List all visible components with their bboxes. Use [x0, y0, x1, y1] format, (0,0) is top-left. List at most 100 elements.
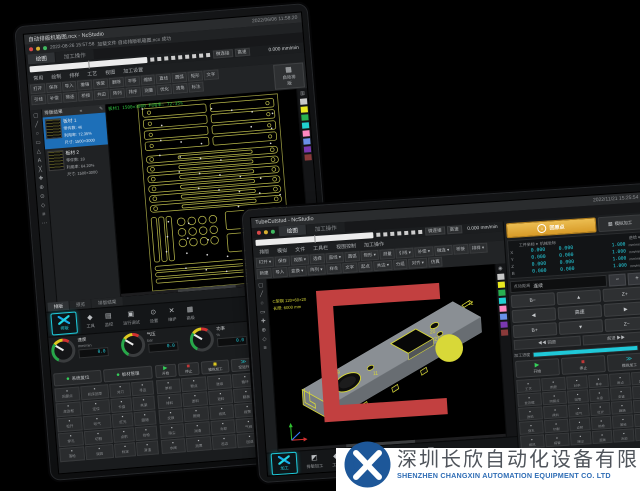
toolbar-button[interactable]: 圆弧 — [345, 251, 360, 262]
toolbar-button[interactable]: 排序 — [125, 87, 141, 98]
run-action-button[interactable]: ■ 停止 — [177, 362, 199, 377]
machine-button[interactable]: ▪ 清渣 — [136, 440, 158, 456]
machine-button[interactable]: ▪ 落枪 — [612, 414, 634, 428]
toolbar-button[interactable]: 平移 — [124, 76, 140, 87]
sheet-list-item[interactable]: 板材 1 零件数: 46 利用率: 72.35% 尺寸: 1500×3000 — [43, 112, 108, 149]
jog-plus-button[interactable]: + — [628, 272, 640, 285]
machine-button[interactable]: ▪ 标定 — [633, 399, 640, 413]
toolbar-button[interactable]: 共边 — [94, 89, 110, 100]
quick-button[interactable]: 微连接 — [213, 49, 233, 59]
axis-jog-button[interactable]: ▲ — [556, 289, 601, 305]
machine-button[interactable]: ▪ 巡边 — [211, 434, 237, 450]
menu-item[interactable]: 视图 — [105, 69, 116, 77]
machine-button[interactable]: ▪ 水阀 — [160, 438, 186, 454]
run-action-button[interactable]: ■ 停止 — [561, 355, 606, 375]
draw-tool-icon[interactable]: ╳ — [38, 167, 42, 173]
machine-button[interactable]: ▪ 送料 — [182, 391, 208, 407]
nav-item[interactable]: ▦ 高级 — [185, 306, 195, 322]
machine-button[interactable]: ▪ 跟随 — [134, 410, 156, 426]
toolbar-button[interactable]: 测量 — [141, 85, 157, 96]
layer-chip[interactable] — [150, 57, 154, 61]
color-swatch[interactable] — [500, 321, 507, 327]
draw-tool-icon[interactable]: ⊕ — [261, 327, 266, 333]
color-swatch[interactable] — [299, 98, 306, 105]
color-swatch[interactable] — [499, 297, 506, 303]
toolbar-button[interactable]: 阵列 ▾ — [307, 264, 326, 275]
menu-item[interactable]: 常用 — [33, 74, 44, 82]
toolbar-button[interactable]: 补偿 — [47, 93, 63, 104]
toolbar-button[interactable]: 变换 ▾ — [288, 266, 307, 277]
machine-button[interactable]: ▪ 切割 — [544, 419, 569, 434]
nav-item[interactable]: ◆ 工具 — [85, 314, 95, 330]
draw-tool-icon[interactable]: ◇ — [41, 203, 46, 209]
draw-tool-icon[interactable]: ○ — [260, 301, 264, 307]
draw-tool-icon[interactable]: ⊙ — [40, 194, 45, 200]
toolbar-button[interactable]: 文字 — [203, 69, 219, 80]
layer-chip[interactable] — [206, 53, 210, 57]
close-icon[interactable] — [29, 47, 33, 51]
toolbar-button[interactable]: 补偿 ▾ — [415, 246, 434, 257]
draw-tool-icon[interactable]: A — [37, 158, 41, 164]
layer-chip[interactable] — [185, 55, 189, 59]
color-swatch[interactable] — [304, 154, 311, 161]
layer-chip[interactable] — [397, 231, 401, 235]
toolbar-button[interactable]: 排样 ▾ — [469, 243, 488, 254]
color-swatch[interactable] — [303, 138, 310, 145]
machine-button[interactable]: ▪ 松开 — [632, 385, 640, 399]
machine-button[interactable]: ▪ 吹气 — [568, 403, 590, 417]
color-swatch[interactable] — [301, 114, 308, 121]
draw-tool-icon[interactable]: ⋯ — [42, 221, 48, 227]
run-action-button[interactable]: ◉ 模拟加工 — [201, 359, 230, 374]
eye-icon[interactable]: ◉ — [498, 267, 503, 272]
machine-button[interactable]: ▪ 寻边 — [131, 381, 153, 397]
toolbar-button[interactable]: 引线 ▾ — [395, 247, 414, 258]
machine-button[interactable]: ▪ 退料 — [208, 389, 234, 405]
toolbar-button[interactable]: 共边 ▾ — [373, 260, 392, 271]
draw-tool-icon[interactable]: ≡ — [42, 212, 46, 218]
layer-chip[interactable] — [192, 54, 196, 58]
run-action-button[interactable]: ▶ 开始 — [154, 364, 176, 379]
machine-button[interactable]: ▪ 跟随 — [611, 400, 633, 414]
layer-chip[interactable] — [404, 231, 408, 235]
toolbar-button[interactable]: 微连 — [62, 92, 78, 103]
edit-icon[interactable]: ✎ — [99, 106, 103, 112]
maximize-icon[interactable] — [43, 46, 47, 50]
draw-tool-icon[interactable]: ⊕ — [39, 185, 44, 191]
toolbar-button[interactable]: 微连 ▾ — [434, 245, 453, 256]
machine-button[interactable]: ▪ 退料 — [543, 405, 568, 420]
axis-jog-button[interactable]: 高速 — [557, 304, 602, 320]
color-swatch[interactable] — [500, 313, 507, 319]
axis-jog-button[interactable]: B+ — [512, 322, 557, 338]
machine-button[interactable]: ▪ 穿孔 — [58, 431, 84, 447]
draw-tool-icon[interactable]: ▢ — [258, 283, 264, 289]
simulate-button[interactable]: ▦ 模拟加工 — [598, 214, 640, 232]
toolbar-button[interactable]: 恢复 — [93, 78, 109, 89]
layer-chip[interactable] — [171, 56, 175, 60]
machine-button[interactable]: ▪ 落枪 — [59, 446, 85, 462]
machine-button[interactable]: ▪ 对刀 — [109, 382, 131, 398]
toolbar-button[interactable]: 矩形 — [187, 71, 203, 82]
draw-tool-icon[interactable]: ✚ — [261, 318, 266, 324]
run-action-button[interactable]: ≫ 模拟加工 — [607, 352, 640, 372]
draw-tool-icon[interactable]: ≡ — [263, 345, 267, 351]
color-swatch[interactable] — [497, 274, 504, 280]
machine-button[interactable]: ▪ 抬枪 — [591, 416, 613, 430]
toolbar-button[interactable]: 桥接 — [453, 244, 468, 255]
maximize-icon[interactable] — [271, 230, 275, 234]
draw-tool-icon[interactable]: ◇ — [262, 336, 267, 342]
machine-button[interactable]: ▪ 调高 — [85, 444, 114, 460]
machine-button[interactable]: ▪ 红光 — [112, 412, 134, 428]
machine-button[interactable]: ▪ 排风 — [209, 404, 235, 420]
machine-button[interactable]: ▪ 回零 — [567, 389, 589, 403]
machine-button[interactable]: ▪ 单段 — [156, 378, 182, 394]
toolbar-button[interactable]: 引线 — [31, 94, 47, 105]
toolbar-button[interactable]: 导入 — [272, 267, 287, 278]
machine-button[interactable]: ▪ 排料 — [157, 393, 183, 409]
toolbar-button[interactable]: 撤销 — [77, 79, 93, 90]
toolbar-button[interactable]: 直线 ▾ — [325, 252, 344, 263]
machine-button[interactable]: ▪ 机床回零 — [80, 384, 109, 400]
machine-button[interactable]: ▪ 对中 — [566, 375, 588, 389]
machine-button[interactable]: ▪ 回原点 — [542, 391, 567, 406]
system-button[interactable]: ● 板材管理 — [103, 366, 152, 383]
draw-tool-icon[interactable]: ╱ — [35, 122, 39, 128]
